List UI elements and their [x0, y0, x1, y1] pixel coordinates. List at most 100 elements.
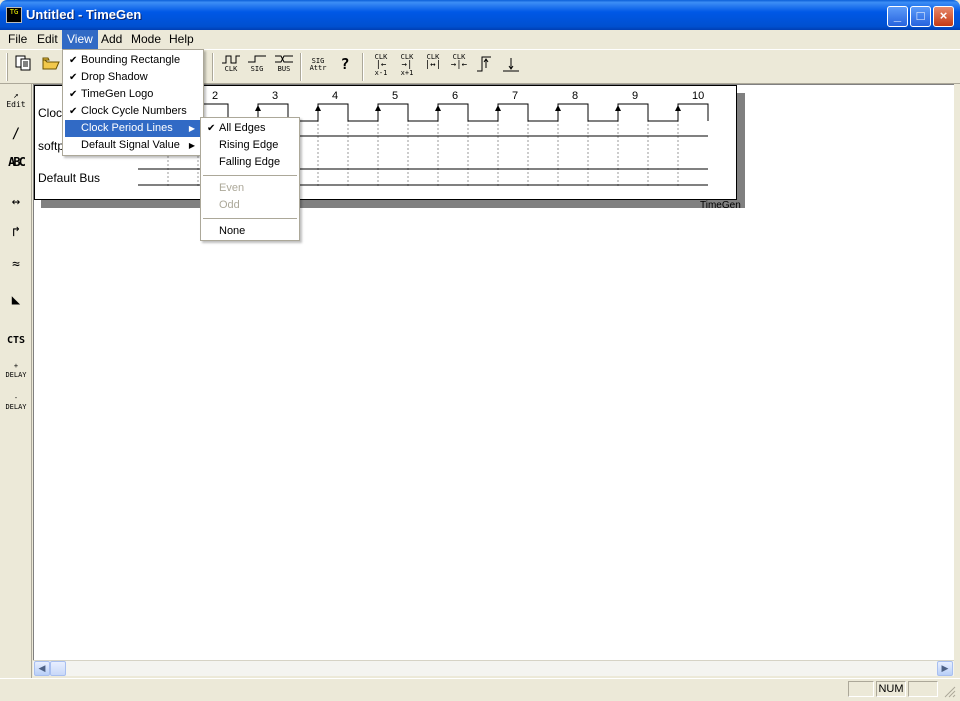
add-clock-label: CLK — [224, 65, 238, 73]
edit-tool[interactable]: ↗ Edit — [4, 92, 28, 120]
add-delay-label: + DELAY — [5, 362, 27, 379]
menu-item-label: All Edges — [219, 122, 266, 134]
break-tool[interactable]: ≈ — [4, 257, 28, 285]
cycle-number: 3 — [272, 90, 279, 102]
add-bus-button[interactable]: BUS — [272, 54, 296, 78]
folder-open-icon — [42, 57, 60, 70]
menu-item-label: TimeGen Logo — [81, 88, 154, 100]
remove-delay-tool[interactable]: - DELAY — [4, 394, 28, 422]
menu-add[interactable]: Add — [96, 30, 127, 49]
open-button[interactable] — [40, 54, 62, 78]
add-bus-label: BUS — [277, 65, 291, 73]
double-arrow-icon: ↔ — [11, 194, 21, 210]
menu-view[interactable]: View — [62, 30, 98, 49]
clock-shift-right-button[interactable]: CLK →| x+1 — [396, 54, 418, 78]
menu-item-timegen-logo[interactable]: ✔ TimeGen Logo — [65, 86, 201, 103]
scroll-left-button[interactable]: ◀ — [34, 661, 50, 676]
menu-item-default-signal-value[interactable]: Default Signal Value ▶ — [65, 137, 201, 154]
eraser-icon: ◣ — [11, 292, 21, 308]
menu-item-label: Bounding Rectangle — [81, 54, 181, 66]
toolbar-separator — [212, 53, 214, 81]
stretch-icon: |↔| — [424, 60, 442, 70]
text-tool[interactable]: ABC — [4, 155, 28, 183]
close-icon: × — [939, 8, 948, 23]
window-title: Untitled - TimeGen — [26, 7, 142, 22]
falling-edge-button[interactable] — [500, 54, 522, 78]
add-signal-label: SIG — [250, 65, 264, 73]
cycle-number: 5 — [392, 90, 399, 102]
menu-help[interactable]: Help — [164, 30, 199, 49]
compress-icon: →|← — [450, 60, 468, 70]
check-icon: ✔ — [69, 72, 78, 83]
signal-label-softp[interactable]: softp — [38, 139, 64, 153]
minimize-icon: _ — [893, 8, 902, 23]
menu-item-label: Falling Edge — [219, 156, 281, 168]
bus-wave-icon — [275, 55, 293, 63]
cycle-number: 6 — [452, 90, 459, 102]
menu-mode[interactable]: Mode — [126, 30, 166, 49]
menu-item-label: Even — [219, 182, 245, 194]
signal-label-default-bus[interactable]: Default Bus — [38, 171, 100, 185]
menu-item-label: Default Signal Value — [81, 139, 180, 151]
submenu-arrow-icon: ▶ — [188, 141, 195, 150]
submenu-item-even: Even — [203, 180, 297, 197]
remove-delay-label: - DELAY — [5, 394, 27, 411]
menu-item-label: Rising Edge — [219, 139, 279, 151]
minimize-button[interactable]: _ — [887, 6, 908, 27]
curve-arrow-tool[interactable]: ↱ — [4, 224, 28, 252]
cycle-number: 10 — [692, 90, 705, 102]
resize-grip[interactable] — [942, 684, 956, 698]
menu-item-label: Clock Cycle Numbers — [81, 105, 187, 117]
cycle-number: 7 — [512, 90, 519, 102]
check-icon: ✔ — [69, 89, 78, 100]
copy-button[interactable] — [12, 54, 34, 78]
submenu-item-odd: Odd — [203, 197, 297, 214]
menu-item-drop-shadow[interactable]: ✔ Drop Shadow — [65, 69, 201, 86]
toolbar-grip[interactable] — [6, 53, 8, 81]
rising-edge-button[interactable] — [474, 54, 496, 78]
add-delay-tool[interactable]: + DELAY — [4, 362, 28, 390]
scroll-right-button[interactable]: ▶ — [937, 661, 953, 676]
horizontal-scrollbar[interactable] — [33, 660, 954, 676]
pencil-icon: / — [11, 126, 21, 142]
clock-shift-left-button[interactable]: CLK |← x-1 — [370, 54, 392, 78]
submenu-item-none[interactable]: None — [203, 223, 297, 240]
close-button[interactable]: × — [933, 6, 954, 27]
submenu-item-all-edges[interactable]: ✔ All Edges — [203, 120, 297, 137]
menu-item-bounding-rectangle[interactable]: ✔ Bounding Rectangle — [65, 52, 201, 69]
status-bar — [0, 678, 960, 700]
app-icon[interactable]: TG — [6, 7, 22, 23]
cycle-number: 8 — [572, 90, 579, 102]
resize-grip-icon — [944, 686, 956, 698]
falling-edge-icon — [503, 58, 519, 72]
maximize-button[interactable]: □ — [910, 6, 931, 27]
submenu-item-rising-edge[interactable]: Rising Edge — [203, 137, 297, 154]
curve-arrow-icon: ↱ — [11, 224, 21, 240]
eraser-tool[interactable]: ◣ — [4, 292, 28, 320]
signal-attributes-label: SIG Attr — [309, 57, 327, 72]
cts-tool[interactable]: CTS — [4, 327, 28, 355]
add-signal-button[interactable]: SIG — [246, 54, 268, 78]
menu-file[interactable]: File — [3, 30, 32, 49]
status-num: NUM — [876, 681, 906, 697]
cycle-number: 9 — [632, 90, 639, 102]
menu-item-clock-period-lines[interactable]: Clock Period Lines ▶ — [65, 120, 201, 137]
signal-attributes-button[interactable]: SIG Attr — [306, 58, 330, 82]
break-icon: ≈ — [12, 257, 20, 272]
menu-separator — [203, 218, 297, 219]
clock-stretch-button[interactable]: CLK |↔| — [422, 54, 444, 78]
arrow-tool[interactable]: ↔ — [4, 194, 28, 222]
line-tool[interactable]: / — [4, 126, 28, 154]
add-clock-button[interactable]: CLK — [220, 54, 242, 78]
menu-edit[interactable]: Edit — [32, 30, 63, 49]
toolbar-separator — [300, 53, 302, 81]
status-pane-scroll — [908, 681, 938, 697]
cts-tool-label: CTS — [6, 335, 26, 346]
help-button[interactable]: ? — [336, 54, 354, 78]
menu-item-clock-cycle-numbers[interactable]: ✔ Clock Cycle Numbers — [65, 103, 201, 120]
scroll-thumb[interactable] — [50, 661, 66, 676]
submenu-item-falling-edge[interactable]: Falling Edge — [203, 154, 297, 171]
title-bar[interactable] — [0, 0, 960, 30]
status-pane-caps — [848, 681, 874, 697]
clock-compress-button[interactable]: CLK →|← — [448, 54, 470, 78]
